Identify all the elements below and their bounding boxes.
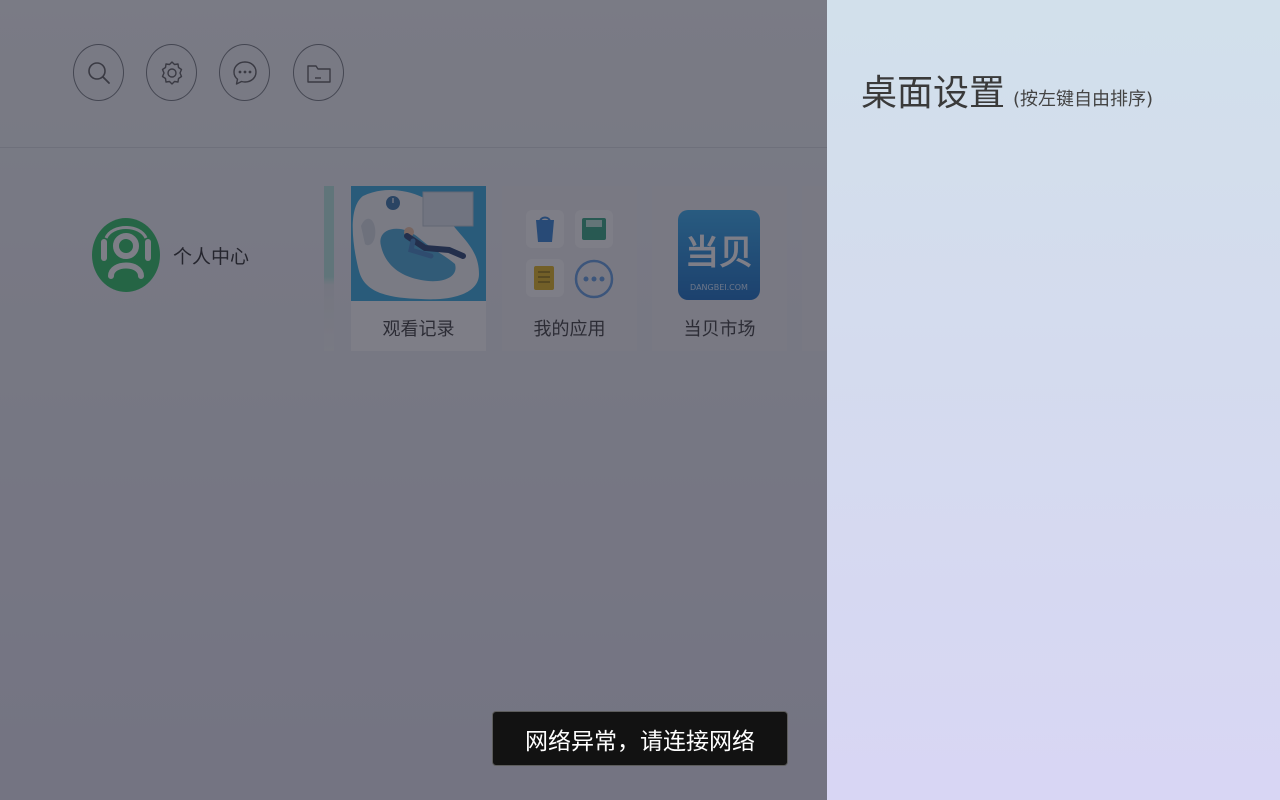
app-grid-icon [502, 186, 637, 301]
panel-title-text: 桌面设置 [861, 73, 1006, 114]
panel-title: 桌面设置 (按左键自由排序) [861, 64, 1153, 116]
person-headset-icon [92, 218, 160, 292]
top-toolbar [0, 0, 827, 148]
card-partial[interactable] [802, 186, 827, 351]
chat-bubble-icon [232, 60, 257, 85]
card-dangbei-market[interactable]: 当贝 DANGBEI.COM 当贝市场 [652, 186, 787, 351]
settings-button[interactable] [146, 44, 197, 101]
profile-center[interactable]: 个人中心 [92, 218, 249, 292]
svg-text:DANGBEI.COM: DANGBEI.COM [690, 283, 748, 292]
desktop-settings-panel: 桌面设置 (按左键自由排序) [827, 0, 1280, 800]
card-label: 当贝市场 [683, 319, 756, 340]
messages-button[interactable] [219, 44, 270, 101]
card-label: 我的应用 [533, 319, 606, 340]
profile-label: 个人中心 [173, 245, 250, 268]
panel-subtitle: (按左键自由排序) [1013, 89, 1154, 110]
desktop-home: 个人中心 观看记录 我的应用 当贝 DANGBEI.COM 当贝市场 网络异常，… [0, 0, 827, 800]
folder-icon [306, 64, 331, 83]
card-watch-history[interactable]: 观看记录 [351, 186, 486, 351]
card-my-apps[interactable]: 我的应用 [502, 186, 637, 351]
relaxing-person-illustration [351, 186, 486, 301]
search-icon [87, 61, 110, 84]
dangbei-market-logo: 当贝 DANGBEI.COM [652, 186, 787, 301]
scroll-edge-indicator [324, 186, 334, 351]
gear-icon [161, 60, 182, 85]
card-label: 观看记录 [382, 319, 455, 340]
svg-text:当贝: 当贝 [685, 233, 753, 273]
search-button[interactable] [73, 44, 124, 101]
toast-message: 网络异常，请连接网络 [525, 728, 755, 755]
files-button[interactable] [293, 44, 344, 101]
network-error-toast: 网络异常，请连接网络 [492, 711, 788, 766]
